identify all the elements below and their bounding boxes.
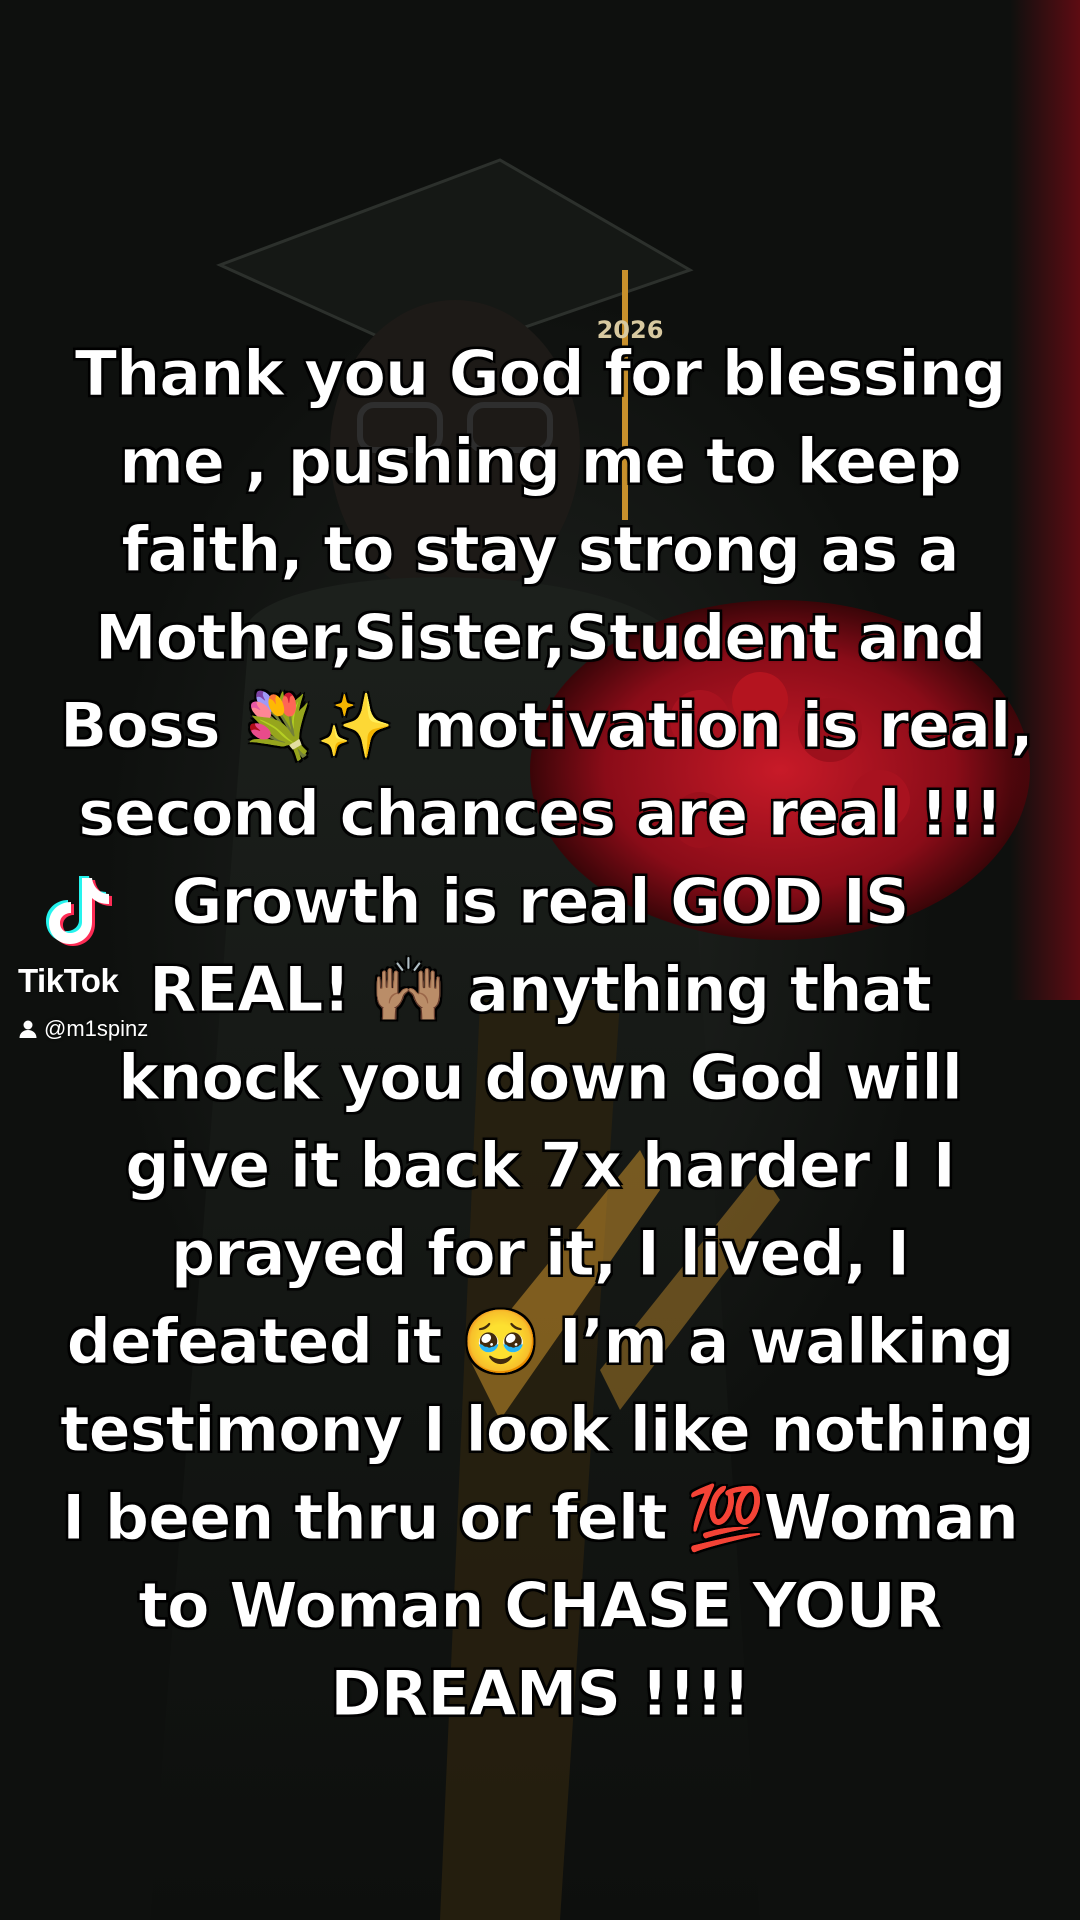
caption-line: give it back 7x harder I I [125,1129,957,1203]
caption-line: Mother,Sister,Student and [94,601,986,675]
caption-line: to Woman CHASE YOUR [138,1569,943,1643]
caption-line: REAL! 🙌🏽 anything that [148,953,932,1027]
creator-username: @m1spinz [44,1016,149,1041]
red-light-edge [1010,0,1080,1000]
caption-line: Boss 💐✨ motivation is real, [60,689,1035,763]
caption-line: faith, to stay strong as a [121,513,960,587]
creator-handle: @m1spinz [18,1016,148,1042]
person-icon [19,1020,37,1038]
caption-line: defeated it 🥹 I’m a walking [66,1305,1015,1379]
caption-line: second chances are real !!! [78,777,1004,851]
video-frame: 2026 Thank you God for blessing me , pus… [0,0,1080,1920]
caption-line: knock you down God will [118,1041,964,1115]
tiktok-wordmark: TikTok [18,962,119,999]
caption-line: prayed for it, I lived, I [170,1217,910,1291]
tiktok-logo-icon [46,876,112,946]
caption-line: Thank you God for blessing [74,337,1006,411]
caption-line: Growth is real GOD IS [171,865,910,939]
caption-line: testimony I look like nothing [60,1393,1036,1467]
caption-line: me , pushing me to keep [119,425,962,499]
caption-line: I been thru or felt 💯Woman [62,1481,1020,1555]
caption-text: Thank you God for blessing me , pushing … [60,330,1036,1738]
caption-line: DREAMS !!!! [330,1657,752,1731]
